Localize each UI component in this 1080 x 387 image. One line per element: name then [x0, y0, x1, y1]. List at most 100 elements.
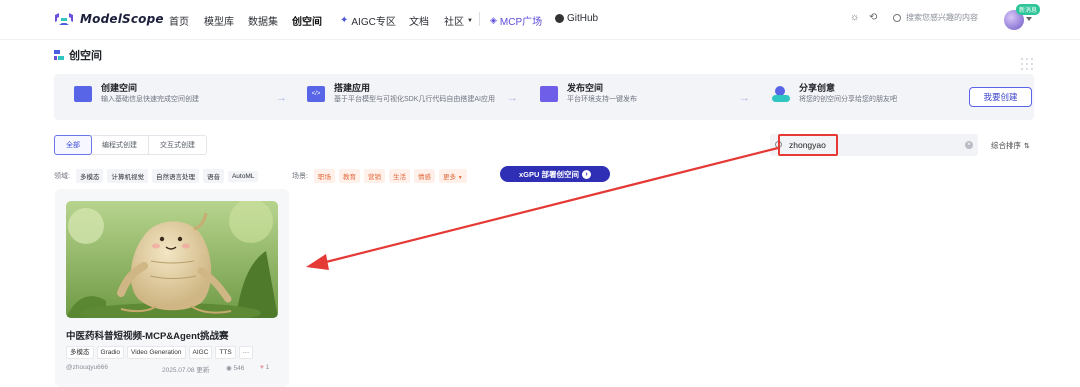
card-author[interactable]: @zhouqyu666: [66, 364, 108, 371]
scene-chip[interactable]: 生活: [388, 169, 410, 183]
create-space-button[interactable]: 我要创建: [969, 87, 1032, 107]
more-scenes-chip[interactable]: 更多 ▼: [438, 169, 467, 183]
creation-type-tabs: 全部 编程式创建 交互式创建: [54, 135, 207, 155]
top-search-placeholder: 搜索您感兴趣的内容: [906, 13, 978, 22]
chevron-down-icon: ▼: [467, 17, 473, 24]
share-user-icon: [772, 86, 790, 102]
code-window-icon: </>: [307, 86, 325, 102]
nav-divider: [479, 12, 480, 26]
modelscope-logo-icon: [55, 13, 73, 25]
scene-chip[interactable]: 情感: [413, 169, 435, 183]
theme-sun-icon[interactable]: ☼: [850, 12, 859, 23]
annotation-highlight-box: [778, 134, 838, 156]
step-share: 分享创意 将您的创空间分享给您的朋友吧: [772, 82, 897, 105]
nav-community-label: 社区: [444, 17, 464, 28]
xgpu-deploy-label: xGPU 部署创空间: [518, 169, 579, 179]
card-tag: TTS: [215, 346, 236, 359]
chevron-down-icon: ▼: [457, 175, 463, 181]
sort-dropdown[interactable]: 综合排序 ⇅: [991, 140, 1030, 151]
nav-datasets[interactable]: 数据集: [248, 13, 278, 28]
nav-aigc[interactable]: ✦ AIGC专区: [340, 13, 396, 28]
nav-mcp[interactable]: ◈ MCP广场: [490, 13, 542, 28]
mcp-icon: ◈: [490, 15, 497, 25]
card-date: 2025.07.08 更新: [162, 367, 210, 374]
sort-icon: ⇅: [1024, 142, 1030, 150]
card-tag: 多模态: [66, 346, 94, 359]
nav-mcp-label: MCP广场: [499, 17, 543, 28]
arrow-right-icon: →: [507, 92, 518, 104]
top-navigation: ModelScope 首页 模型库 数据集 创空间 ✦ AIGC专区 文档 社区…: [0, 0, 1080, 40]
views-count: 546: [233, 365, 245, 372]
card-thumbnail[interactable]: [66, 201, 278, 318]
brand-name: ModelScope: [80, 12, 164, 26]
studio-icon: [54, 50, 64, 60]
step-title: 搭建应用: [334, 83, 371, 93]
github-icon: [555, 14, 564, 23]
clear-icon[interactable]: ×: [965, 141, 973, 149]
card-likes[interactable]: ♥ 1: [260, 364, 269, 371]
arrow-right-icon: →: [276, 92, 287, 104]
nav-studios[interactable]: 创空间: [292, 13, 322, 28]
chevron-right-icon: ›: [582, 169, 591, 179]
domain-chip[interactable]: AutoML: [227, 170, 259, 182]
nav-home[interactable]: 首页: [169, 13, 189, 28]
step-create: 创建空间 输入基础信息快速完成空间创建: [74, 82, 199, 105]
arrow-right-icon: →: [739, 92, 750, 104]
domain-chip[interactable]: 语音: [202, 169, 224, 183]
new-message-badge[interactable]: 新消息: [1016, 4, 1041, 15]
likes-count: 1: [265, 364, 270, 371]
scene-chip[interactable]: 教育: [338, 169, 360, 183]
tab-programmatic[interactable]: 编程式创建: [91, 136, 149, 154]
step-build: </> 搭建应用 基于平台模型与可视化SDK几行代码自由搭建AI应用: [307, 82, 495, 105]
nav-aigc-label: AIGC专区: [351, 17, 396, 28]
chevron-down-icon[interactable]: [1026, 17, 1032, 21]
card-views: ◉ 546: [226, 364, 244, 372]
tab-all[interactable]: 全部: [54, 135, 92, 155]
card-tags: 多模态 Gradio Video Generation AIGC TTS ···: [66, 346, 254, 359]
nav-github-label: GitHub: [567, 13, 599, 24]
step-subtitle: 基于平台模型与可视化SDK几行代码自由搭建AI应用: [334, 96, 496, 103]
domain-filter-row: 领域: 多模态 计算机视觉 自然语言处理 语音 AutoML: [54, 169, 259, 183]
nav-models[interactable]: 模型库: [204, 13, 234, 28]
dots-grid-icon: [1021, 58, 1033, 70]
scene-chip[interactable]: 职场: [313, 169, 335, 183]
domain-chip[interactable]: 计算机视觉: [107, 169, 148, 183]
page-title-text: 创空间: [69, 50, 102, 62]
eye-icon: ◉: [226, 365, 232, 372]
card-tag: AIGC: [188, 346, 213, 359]
more-label: 更多: [442, 174, 456, 181]
xgpu-deploy-button[interactable]: xGPU 部署创空间 ›: [500, 166, 610, 182]
folder-icon: [74, 86, 92, 102]
top-search[interactable]: 搜索您感兴趣的内容: [893, 12, 978, 23]
card-tag: Gradio: [96, 346, 125, 359]
tab-interactive[interactable]: 交互式创建: [149, 136, 206, 154]
domain-chip[interactable]: 多模态: [75, 169, 104, 183]
card-tag: Video Generation: [127, 346, 186, 359]
translate-icon[interactable]: ⟲: [869, 12, 877, 23]
step-title: 分享创意: [799, 83, 836, 93]
page-title: 创空间: [54, 47, 102, 63]
sparkle-icon: ✦: [340, 15, 349, 26]
publish-icon: [540, 86, 558, 102]
heart-icon: ♥: [260, 364, 264, 371]
domain-label: 领域:: [54, 173, 70, 180]
nav-docs[interactable]: 文档: [409, 13, 429, 28]
sort-label: 综合排序: [991, 141, 1021, 150]
scene-label: 场景:: [292, 173, 308, 180]
step-subtitle: 输入基础信息快速完成空间创建: [101, 96, 199, 103]
nav-github[interactable]: GitHub: [555, 13, 598, 24]
step-subtitle: 将您的创空间分享给您的朋友吧: [799, 96, 897, 103]
scene-filter-row: 场景: 职场 教育 营销 生活 情感 更多 ▼: [292, 169, 467, 183]
step-subtitle: 平台环境支持一键发布: [567, 96, 637, 103]
search-icon: [893, 13, 901, 22]
card-title[interactable]: 中医药科普短视频-MCP&Agent挑战赛: [66, 328, 229, 342]
create-steps-banner: 创建空间 输入基础信息快速完成空间创建 → </> 搭建应用 基于平台模型与可视…: [54, 74, 1034, 120]
step-title: 创建空间: [101, 83, 138, 93]
step-publish: 发布空间 平台环境支持一键发布: [540, 82, 637, 105]
nav-community[interactable]: 社区 ▼: [444, 13, 473, 28]
brand-logo[interactable]: ModelScope: [54, 12, 164, 26]
step-title: 发布空间: [567, 83, 604, 93]
scene-chip[interactable]: 营销: [363, 169, 385, 183]
more-tags-button[interactable]: ···: [238, 346, 254, 359]
domain-chip[interactable]: 自然语言处理: [151, 169, 199, 183]
